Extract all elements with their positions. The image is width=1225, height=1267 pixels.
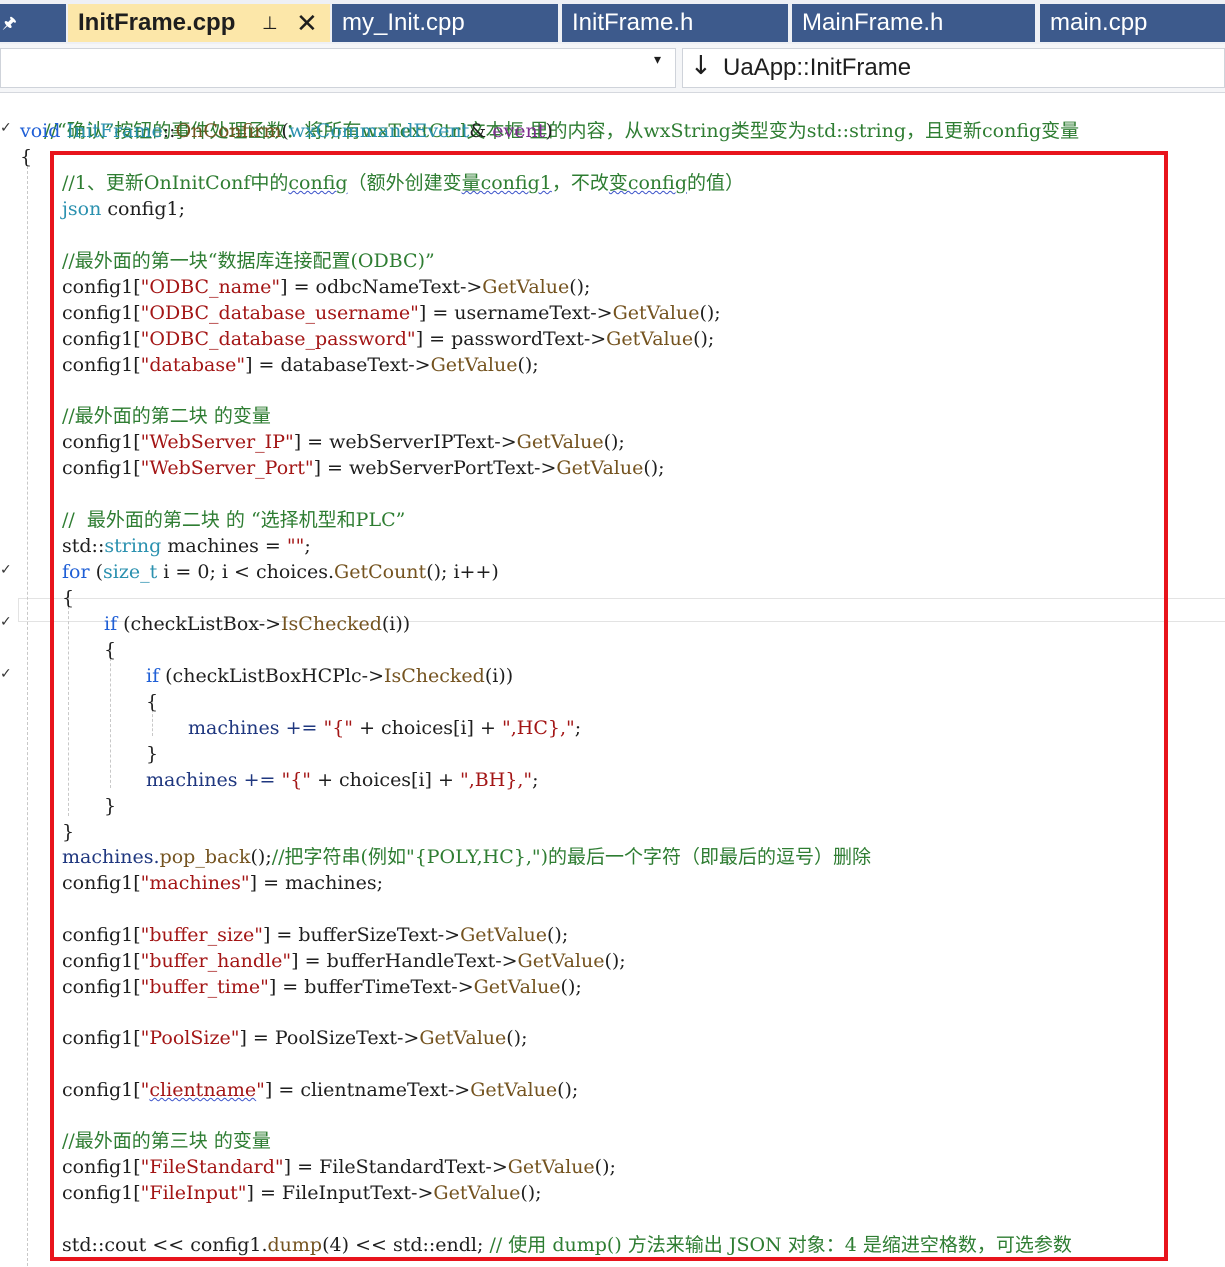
current-function-label: UaApp::InitFrame xyxy=(723,54,912,81)
highlight-box xyxy=(50,151,1168,1261)
tab-label: InitFrame.cpp xyxy=(78,9,236,36)
tab-label: InitFrame.h xyxy=(572,9,694,36)
code-line: void InitFrame::OnConfirm(wxCommandEvent… xyxy=(20,118,553,144)
code-text: ) xyxy=(545,120,553,142)
tab-label: MainFrame.h xyxy=(802,9,944,36)
pin-icon[interactable]: ⊥ xyxy=(262,4,278,42)
code-param: event xyxy=(486,120,546,142)
collapse-marker[interactable]: ✓ xyxy=(0,120,12,136)
chevron-down-icon[interactable]: ▾ xyxy=(654,52,661,68)
navigation-bar: ▾ ↓ UaApp::InitFrame xyxy=(0,44,1225,93)
tab-label: my_Init.cpp xyxy=(342,9,465,36)
code-brace: { xyxy=(20,146,33,168)
code-line: { xyxy=(20,144,32,170)
code-text: :: xyxy=(162,120,176,142)
code-function: OnConfirm xyxy=(175,120,282,142)
code-type: InitFrame xyxy=(66,120,163,142)
code-line: //“确认”按钮的事件处理函数：将所有wxTextCtrl文本框 里的内容，从w… xyxy=(20,92,1079,142)
tab-initframe-cpp[interactable]: InitFrame.cpp ⊥ ✕ xyxy=(68,4,330,42)
scope-dropdown[interactable] xyxy=(0,48,676,88)
tab-label: main.cpp xyxy=(1050,9,1148,36)
code-text: & xyxy=(469,120,487,142)
indent-guide xyxy=(27,166,28,1266)
code-keyword: void xyxy=(20,120,61,142)
tab-main-cpp[interactable]: main.cpp xyxy=(1040,4,1225,42)
close-icon[interactable]: ✕ xyxy=(296,4,318,42)
tab-mainframe-h[interactable]: MainFrame.h xyxy=(792,4,1035,42)
tab-bar: 🖈 InitFrame.cpp ⊥ ✕ my_Init.cpp InitFram… xyxy=(0,0,1225,44)
tab-initframe-h[interactable]: InitFrame.h xyxy=(562,4,788,42)
code-text: ( xyxy=(281,120,289,142)
arrow-down-icon: ↓ xyxy=(690,51,712,81)
tab-my-init-cpp[interactable]: my_Init.cpp xyxy=(332,4,558,42)
code-type: wxCommandEvent xyxy=(288,120,470,142)
pin-icon[interactable]: 🖈 xyxy=(0,4,66,42)
collapse-marker[interactable]: ✓ xyxy=(0,614,12,630)
collapse-marker[interactable]: ✓ xyxy=(0,666,12,682)
collapse-marker[interactable]: ✓ xyxy=(0,562,12,578)
